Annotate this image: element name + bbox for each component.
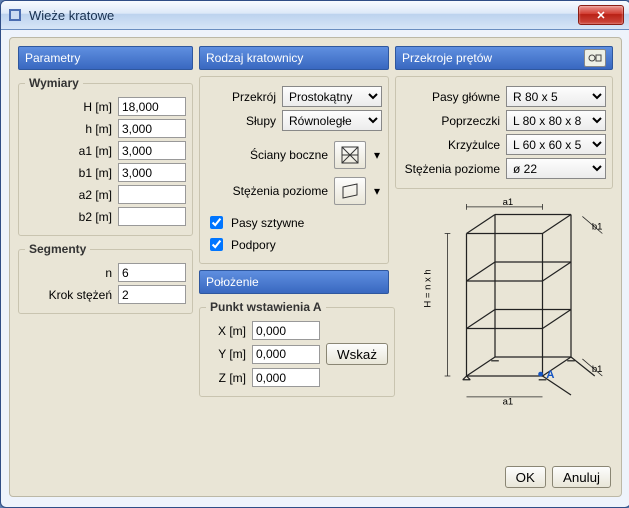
checkbox-pasy-sztywne[interactable]	[210, 216, 223, 229]
button-sciany-boczne[interactable]	[334, 141, 366, 169]
legend-segmenty: Segmenty	[25, 242, 90, 256]
svg-text:b1: b1	[592, 364, 603, 375]
window-title: Wieże kratowe	[29, 8, 578, 23]
chevron-down-icon[interactable]: ▾	[372, 148, 382, 162]
svg-text:b1: b1	[592, 222, 603, 233]
label-pasy-sztywne: Pasy sztywne	[231, 216, 304, 230]
input-y[interactable]	[252, 345, 320, 364]
select-pasy-glowne[interactable]: R 80 x 5	[506, 86, 606, 107]
input-z[interactable]	[252, 368, 320, 387]
group-punkt: Punkt wstawienia A X [m] Y [m] Wskaż Z […	[199, 300, 395, 397]
select-przekroj[interactable]: Prostokątny	[282, 86, 382, 107]
label-h: h [m]	[25, 122, 112, 136]
label-sciany: Ściany boczne	[206, 148, 328, 162]
select-slupy[interactable]: Równoległe	[282, 110, 382, 131]
label-n: n	[25, 266, 112, 280]
label-podpory: Podpory	[231, 238, 276, 252]
legend-wymiary: Wymiary	[25, 76, 83, 90]
input-h[interactable]	[118, 119, 186, 138]
svg-text:a1: a1	[503, 397, 514, 406]
header-przekroje: Przekroje prętów	[395, 46, 613, 70]
input-b1[interactable]	[118, 163, 186, 182]
legend-punkt: Punkt wstawienia A	[206, 300, 326, 314]
label-stezenia: Stężenia poziome	[206, 184, 328, 198]
input-n[interactable]	[118, 263, 186, 282]
client-area: Parametry Wymiary H [m] h [m] a1 [m] b1 …	[9, 37, 622, 497]
input-a1[interactable]	[118, 141, 186, 160]
label-krok: Krok stężeń	[25, 288, 112, 302]
select-poprzeczki[interactable]: L 80 x 80 x 8	[506, 110, 606, 131]
label-H: H [m]	[25, 100, 112, 114]
label-pasy-glowne: Pasy główne	[402, 90, 500, 104]
label-slupy: Słupy	[206, 114, 276, 128]
header-przekroje-label: Przekroje prętów	[402, 51, 492, 65]
titlebar: Wieże kratowe ✕	[1, 1, 629, 30]
cancel-button[interactable]: Anuluj	[552, 466, 611, 488]
label-stezenia-p: Stężenia poziome	[402, 162, 500, 176]
checkbox-podpory[interactable]	[210, 238, 223, 251]
app-icon	[7, 7, 23, 23]
label-b1: b1 [m]	[25, 166, 112, 180]
close-icon: ✕	[596, 9, 605, 22]
dialog-window: Wieże kratowe ✕ Parametry Wymiary H [m] …	[0, 0, 629, 508]
tower-diagram: a1 a1 b1 b1 H = n x h A	[419, 195, 609, 405]
input-a2[interactable]	[118, 185, 186, 204]
lattice-wall-icon	[340, 145, 360, 165]
group-segmenty: Segmenty n Krok stężeń	[18, 242, 193, 314]
label-x: X [m]	[206, 324, 246, 338]
input-b2[interactable]	[118, 207, 186, 226]
button-stezenia-poziome[interactable]	[334, 177, 366, 205]
section-icon	[588, 52, 602, 64]
label-a1: a1 [m]	[25, 144, 112, 158]
input-x[interactable]	[252, 321, 320, 340]
header-polozenie: Położenie	[199, 270, 389, 294]
label-poprzeczki: Poprzeczki	[402, 114, 500, 128]
label-przekroj: Przekrój	[206, 90, 276, 104]
label-z: Z [m]	[206, 371, 246, 385]
group-wymiary: Wymiary H [m] h [m] a1 [m] b1 [m] a2 [m]…	[18, 76, 193, 236]
button-wskaz[interactable]: Wskaż	[326, 343, 388, 365]
dialog-buttons: OK Anuluj	[505, 466, 611, 488]
select-stezenia-p[interactable]: ø 22	[506, 158, 606, 179]
input-H[interactable]	[118, 97, 186, 116]
select-krzyzulce[interactable]: L 60 x 60 x 5	[506, 134, 606, 155]
ok-button[interactable]: OK	[505, 466, 546, 488]
header-parametry: Parametry	[18, 46, 193, 70]
svg-text:a1: a1	[503, 197, 514, 208]
svg-text:H = n x h: H = n x h	[422, 269, 433, 307]
label-b2: b2 [m]	[25, 210, 112, 224]
close-button[interactable]: ✕	[578, 5, 624, 25]
section-picker-button[interactable]	[584, 49, 606, 67]
chevron-down-icon[interactable]: ▾	[372, 184, 382, 198]
brace-icon	[340, 181, 360, 201]
label-y: Y [m]	[206, 347, 246, 361]
label-a2: a2 [m]	[25, 188, 112, 202]
svg-text:A: A	[546, 369, 554, 381]
header-rodzaj: Rodzaj kratownicy	[199, 46, 389, 70]
input-krok[interactable]	[118, 285, 186, 304]
label-krzyzulce: Krzyżulce	[402, 138, 500, 152]
